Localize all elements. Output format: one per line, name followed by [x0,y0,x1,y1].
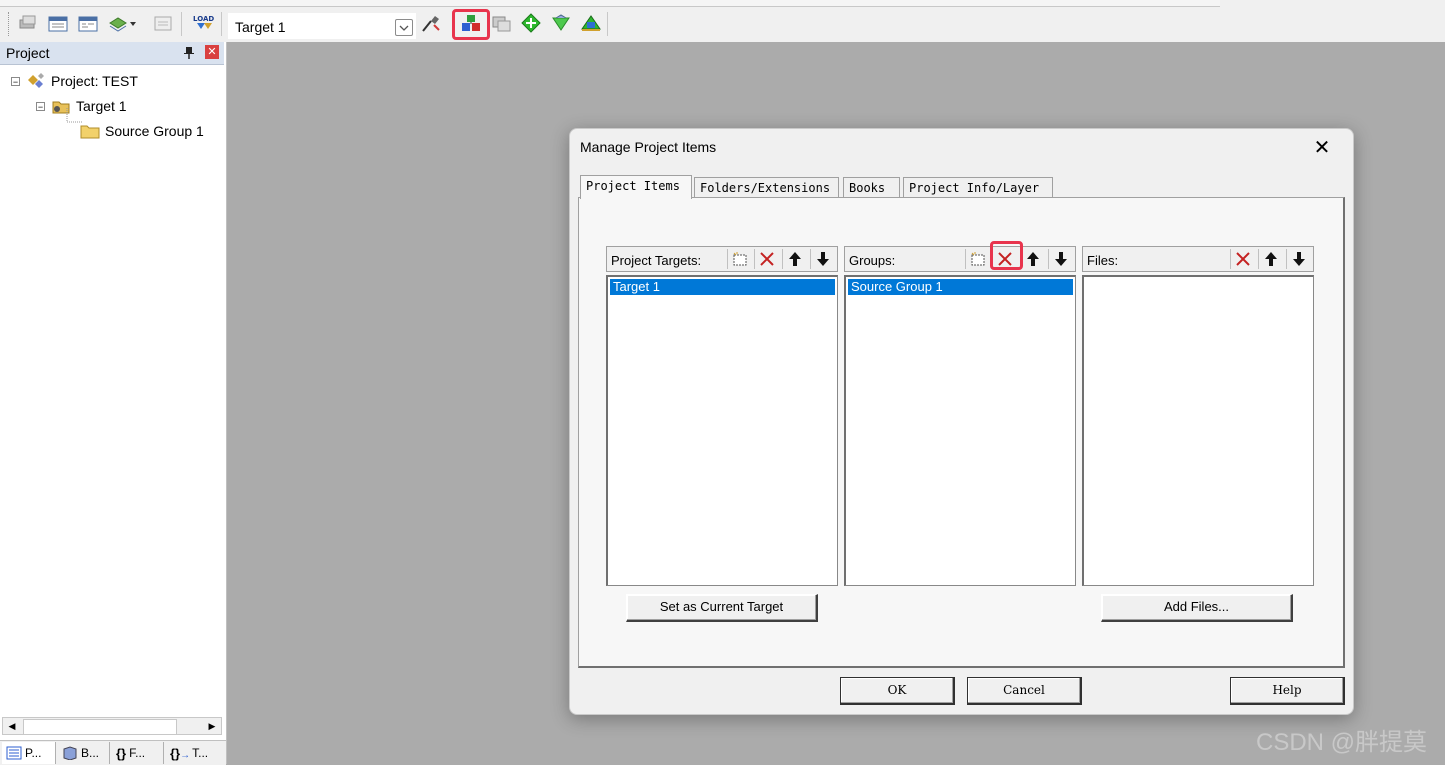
dialog-title: Manage Project Items [580,139,717,155]
groups-header: Groups: [844,246,1076,272]
targets-list[interactable]: Target 1 [606,275,838,586]
tab-books[interactable]: B... [58,742,110,764]
delete-target-icon[interactable] [754,249,779,269]
select-packs-icon[interactable] [490,12,512,34]
targets-header-label: Project Targets: [611,253,702,268]
move-down-icon[interactable] [810,249,835,269]
tree-item-label: Project: TEST [51,73,138,89]
collapse-icon[interactable]: − [36,101,45,111]
build-icon[interactable] [47,12,69,34]
toolbar-top-strip [0,0,1220,7]
pin-icon[interactable] [183,46,195,59]
toolbar-separator [221,12,222,36]
files-header-label: Files: [1087,253,1119,268]
books-tab-icon [63,746,77,760]
folder-icon [80,122,100,140]
files-list[interactable] [1082,275,1314,586]
project-panel: Project ✕ − Project: TEST − Target 1 Sou… [0,42,227,765]
options-for-target-icon[interactable] [420,12,442,34]
new-target-icon[interactable] [727,249,752,269]
list-item[interactable]: Target 1 [610,279,835,295]
tab-label: P... [25,746,42,760]
project-tab-icon [6,746,22,760]
scroll-left-icon[interactable]: ◀ [4,719,20,733]
move-up-icon[interactable] [782,249,807,269]
tree-item-label: Source Group 1 [105,123,204,139]
move-down-icon[interactable] [1048,249,1073,269]
close-icon[interactable]: ✕ [1310,137,1334,161]
new-group-icon[interactable] [965,249,990,269]
stop-build-icon[interactable] [152,12,174,34]
braces-icon: {} [116,745,127,761]
toolbar-separator [181,12,182,36]
tab-project[interactable]: P... [2,742,56,764]
tab-project-items[interactable]: Project Items [580,175,692,199]
delete-group-highlight [990,241,1023,270]
watermark: CSDN @胖提莫 [1256,729,1428,756]
files-header: Files: [1082,246,1314,272]
scroll-right-icon[interactable]: ▶ [204,719,220,733]
groups-list[interactable]: Source Group 1 [844,275,1076,586]
tab-label: T... [192,746,209,760]
toolbar-separator [607,12,608,36]
move-up-icon[interactable] [1020,249,1045,269]
ok-button[interactable]: OK [840,677,955,705]
help-button[interactable]: Help [1230,677,1345,705]
add-files-button[interactable]: Add Files... [1101,594,1293,622]
project-icon [26,72,46,90]
manage-run-time-icon[interactable] [550,12,572,34]
rte-icon[interactable] [580,12,602,34]
batch-build-icon[interactable] [107,12,137,34]
tab-folders-extensions[interactable]: Folders/Extensions [694,177,839,199]
panel-close-icon[interactable]: ✕ [205,45,219,59]
download-icon[interactable]: LOAD [192,12,216,34]
move-up-icon[interactable] [1258,249,1283,269]
target-select[interactable]: Target 1 [228,13,416,39]
project-panel-title: Project [6,45,50,61]
project-panel-header: Project ✕ [0,42,224,65]
tab-project-info-layer[interactable]: Project Info/Layer [903,177,1053,199]
tab-label: B... [81,746,100,760]
move-down-icon[interactable] [1286,249,1311,269]
translate-icon[interactable] [17,12,39,34]
manage-items-highlight [452,9,490,40]
tab-templates[interactable]: {}→ T... [166,742,222,764]
collapse-icon[interactable]: − [11,76,20,86]
toolbar-grip[interactable] [8,12,11,36]
target-select-value: Target 1 [235,19,286,35]
panel-tab-bar: P... B... {} F... {}→ T... [0,740,226,765]
pack-installer-icon[interactable] [520,12,542,34]
horizontal-scrollbar[interactable]: ◀ ▶ [2,717,222,735]
tab-functions[interactable]: {} F... [112,742,164,764]
scroll-thumb[interactable] [23,719,177,735]
delete-file-icon[interactable] [1230,249,1255,269]
tree-item-source-group[interactable]: Source Group 1 [80,121,204,141]
set-current-target-button[interactable]: Set as Current Target [626,594,818,622]
build-toolbar: LOAD Target 1 [0,0,1445,42]
groups-header-label: Groups: [849,253,896,268]
tab-label: F... [129,746,146,760]
rebuild-icon[interactable] [77,12,99,34]
targets-header: Project Targets: [606,246,838,272]
tab-books[interactable]: Books [843,177,900,199]
tree-item-project[interactable]: − Project: TEST [11,71,138,91]
load-icon-label: LOAD [193,15,214,23]
template-icon: {}→ [170,745,191,761]
cancel-button[interactable]: Cancel [967,677,1082,705]
chevron-down-icon[interactable] [395,19,413,36]
list-item[interactable]: Source Group 1 [848,279,1073,295]
manage-project-items-dialog: Manage Project Items ✕ Project Items Fol… [569,128,1354,715]
